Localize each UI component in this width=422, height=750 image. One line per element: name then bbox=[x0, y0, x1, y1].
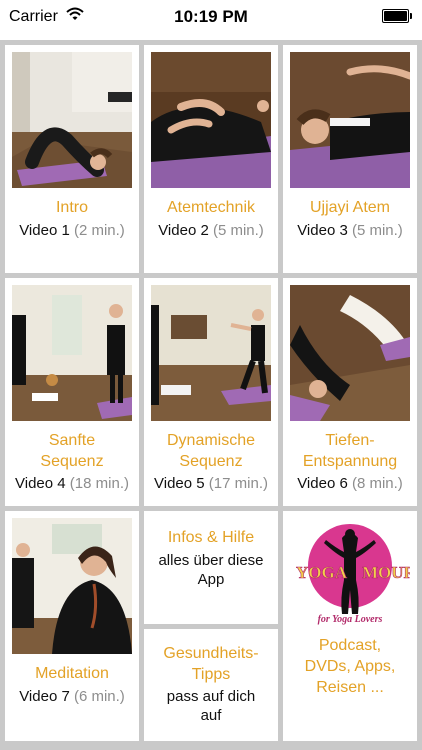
promo-line: DVDs, Apps, bbox=[304, 658, 396, 675]
video-duration: (8 min.) bbox=[351, 475, 403, 492]
status-bar: Carrier 10:19 PM bbox=[0, 0, 422, 40]
info-description: alles über diese App bbox=[144, 551, 278, 589]
video-number: Video 1 bbox=[19, 222, 70, 239]
promo-line: Podcast, bbox=[318, 637, 382, 654]
tile-subtitle: Video 2 (5 min.) bbox=[144, 221, 278, 240]
logo-text-right: MOUR bbox=[362, 563, 410, 582]
video-tile-dynamische-sequenz[interactable]: Dynamische Sequenz Video 5 (17 min.) bbox=[144, 278, 278, 506]
tile-title: Intro bbox=[55, 199, 88, 216]
tile-title-line: Dynamische bbox=[166, 432, 256, 449]
video-thumbnail bbox=[12, 52, 132, 188]
video-tile-tiefenentspannung[interactable]: Tiefen- Entspannung Video 6 (8 min.) bbox=[283, 278, 417, 506]
tile-title: Ujjayi Atem bbox=[309, 199, 391, 216]
info-line: App bbox=[197, 571, 225, 588]
video-duration: (2 min.) bbox=[73, 222, 125, 239]
info-title: Infos & Hilfe bbox=[167, 529, 255, 546]
health-line: pass auf dich bbox=[166, 688, 256, 705]
tile-title-line: Sequenz bbox=[40, 453, 104, 470]
tile-subtitle: Video 4 (18 min.) bbox=[5, 474, 139, 493]
health-title-line: Gesundheits- bbox=[163, 645, 259, 662]
video-number: Video 7 bbox=[19, 688, 70, 705]
clock: 10:19 PM bbox=[174, 7, 248, 26]
health-line: auf bbox=[200, 707, 222, 724]
tile-title: Atemtechnik bbox=[166, 199, 256, 216]
video-thumbnail bbox=[12, 518, 132, 654]
video-thumbnail bbox=[12, 285, 132, 421]
video-duration: (17 min.) bbox=[208, 475, 268, 492]
video-thumbnail bbox=[290, 52, 410, 188]
logo-tagline: for Yoga Lovers bbox=[318, 614, 383, 625]
tile-title: Sanfte Sequenz bbox=[5, 430, 139, 472]
tile-subtitle: Video 6 (8 min.) bbox=[283, 474, 417, 493]
logo-text-left: YOGA bbox=[296, 563, 348, 582]
video-tile-meditation[interactable]: Meditation Video 7 (6 min.) bbox=[5, 511, 139, 741]
yogamour-logo: YOGA MOUR for Yoga Lovers bbox=[290, 518, 417, 628]
tile-title-line: Sanfte bbox=[48, 432, 96, 449]
video-duration: (6 min.) bbox=[73, 688, 125, 705]
video-thumbnail bbox=[151, 285, 271, 421]
tile-title-line: Entspannung bbox=[302, 453, 398, 470]
video-tile-ujjayi-atem[interactable]: Ujjayi Atem Video 3 (5 min.) bbox=[283, 45, 417, 273]
video-number: Video 6 bbox=[297, 475, 348, 492]
health-description: pass auf dich auf bbox=[144, 687, 278, 725]
video-tile-atemtechnik[interactable]: Atemtechnik Video 2 (5 min.) bbox=[144, 45, 278, 273]
info-help-tile[interactable]: Infos & Hilfe alles über diese App bbox=[144, 511, 278, 624]
info-line: alles über diese bbox=[158, 552, 264, 569]
tile-subtitle: Video 1 (2 min.) bbox=[5, 221, 139, 240]
health-tips-tile[interactable]: Gesundheits- Tipps pass auf dich auf bbox=[144, 629, 278, 741]
video-duration: (5 min.) bbox=[351, 222, 403, 239]
battery-icon bbox=[382, 9, 412, 23]
tile-title: Tiefen- Entspannung bbox=[283, 430, 417, 472]
video-number: Video 5 bbox=[154, 475, 205, 492]
tile-title-line: Sequenz bbox=[179, 453, 243, 470]
tile-title-line: Tiefen- bbox=[325, 432, 375, 449]
video-thumbnail bbox=[290, 285, 410, 421]
tile-title: Meditation bbox=[35, 665, 109, 682]
video-number: Video 4 bbox=[15, 475, 66, 492]
promo-text: Podcast, DVDs, Apps, Reisen ... bbox=[283, 635, 417, 698]
video-duration: (5 min.) bbox=[212, 222, 264, 239]
health-title-line: Tipps bbox=[191, 666, 231, 683]
video-tile-intro[interactable]: Intro Video 1 (2 min.) bbox=[5, 45, 139, 273]
tile-title: Dynamische Sequenz bbox=[144, 430, 278, 472]
yogamour-promo-tile[interactable]: YOGA MOUR for Yoga Lovers Podcast, DVDs,… bbox=[283, 511, 417, 741]
tile-subtitle: Video 3 (5 min.) bbox=[283, 221, 417, 240]
health-title: Gesundheits- Tipps bbox=[144, 643, 278, 685]
tile-subtitle: Video 7 (6 min.) bbox=[5, 687, 139, 706]
tile-subtitle: Video 5 (17 min.) bbox=[144, 474, 278, 493]
promo-line: Reisen ... bbox=[316, 679, 384, 696]
video-number: Video 2 bbox=[158, 222, 209, 239]
video-number: Video 3 bbox=[297, 222, 348, 239]
video-tile-sanfte-sequenz[interactable]: Sanfte Sequenz Video 4 (18 min.) bbox=[5, 278, 139, 506]
video-thumbnail bbox=[151, 52, 271, 188]
video-duration: (18 min.) bbox=[69, 475, 129, 492]
